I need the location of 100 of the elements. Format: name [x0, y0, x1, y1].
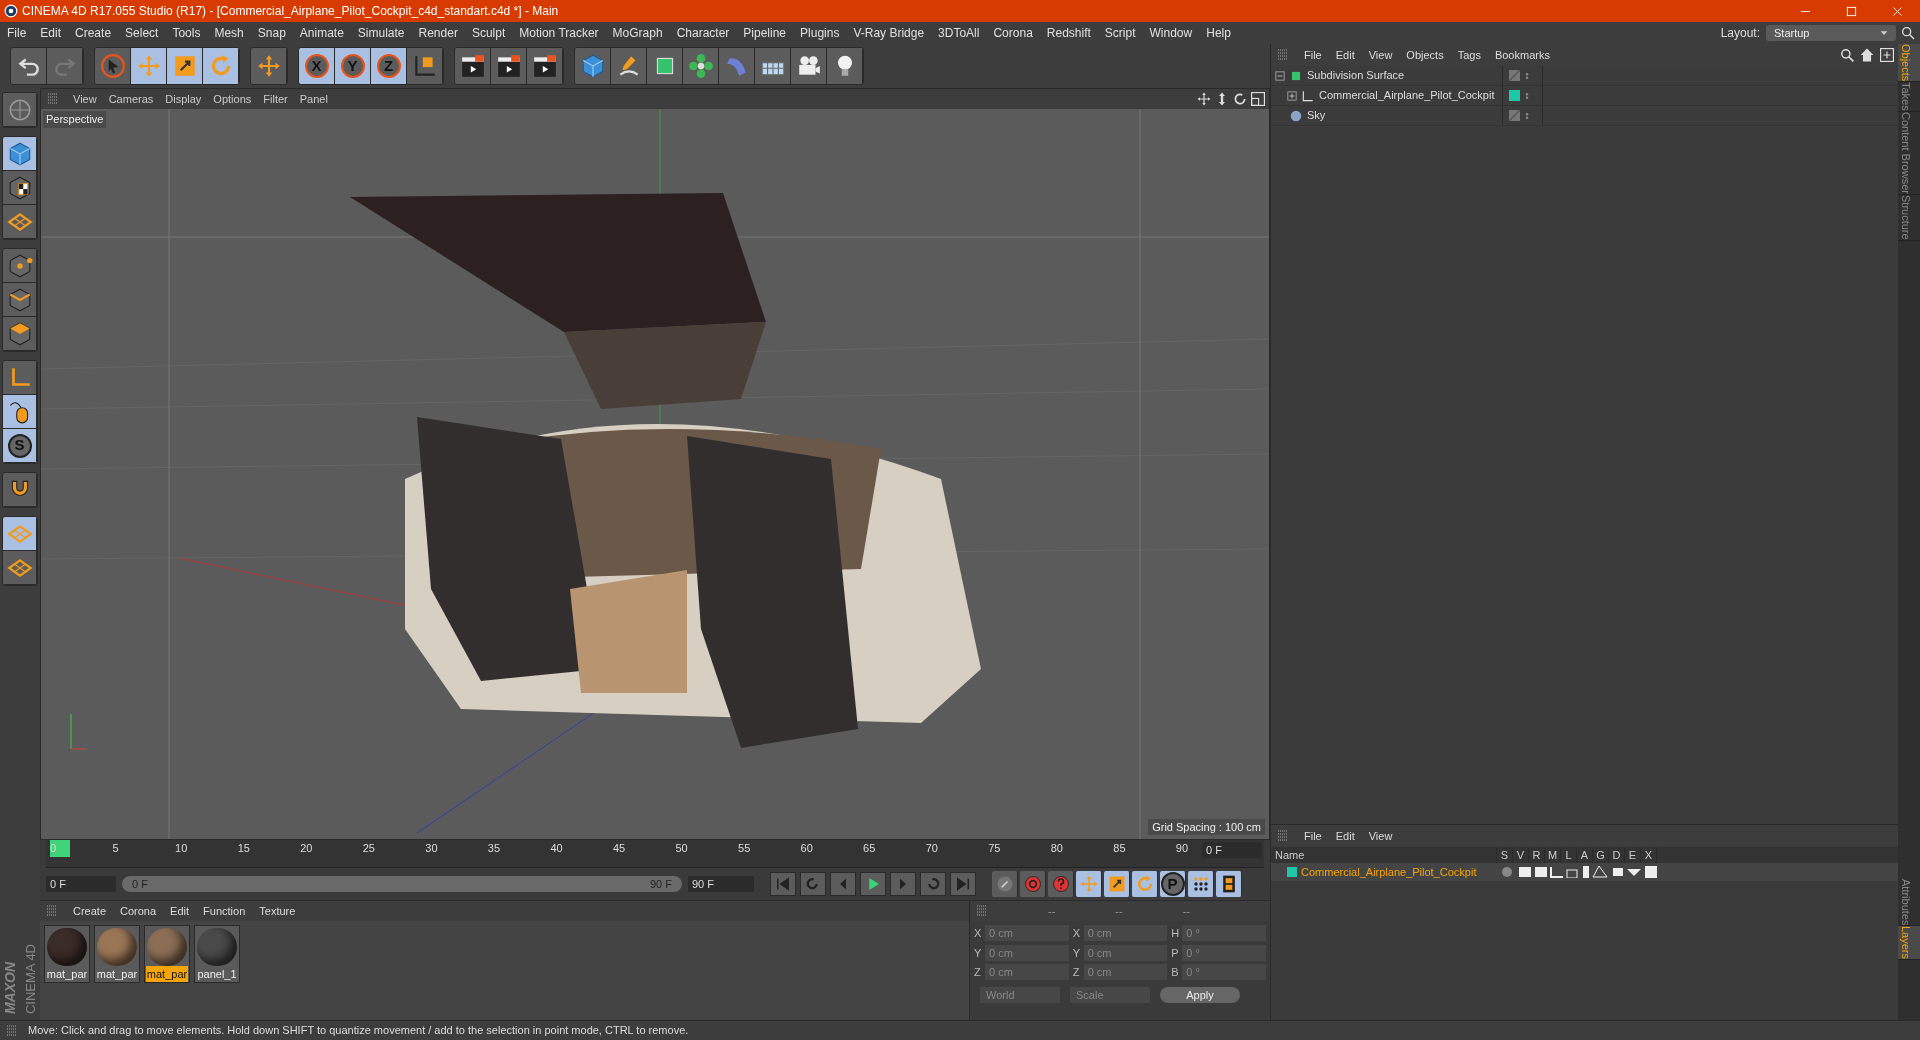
tool-button[interactable]	[3, 171, 37, 205]
tool-button[interactable]	[167, 48, 203, 84]
viewport-menu-item[interactable]: Panel	[293, 90, 334, 108]
layers-menu-item[interactable]: Edit	[1328, 827, 1362, 845]
menu-item[interactable]: Help	[1199, 24, 1238, 42]
tool-button[interactable]	[3, 473, 37, 507]
material-menu-item[interactable]: Create	[66, 902, 114, 920]
layers-menu-item[interactable]: File	[1297, 827, 1329, 845]
menu-item[interactable]: Sculpt	[464, 24, 513, 42]
tool-button[interactable]	[3, 137, 37, 171]
menu-item[interactable]: File	[0, 24, 34, 42]
start-frame-field[interactable]: 0 F	[46, 876, 116, 892]
current-frame-field[interactable]: 0 F	[1202, 842, 1262, 858]
tool-button[interactable]	[1188, 871, 1214, 897]
material-swatch[interactable]: panel_1	[194, 925, 240, 983]
tool-button[interactable]	[575, 48, 611, 84]
tool-button[interactable]	[3, 551, 37, 585]
tool-button[interactable]	[3, 361, 37, 395]
tool-button[interactable]	[791, 48, 827, 84]
viewport-menu-item[interactable]: Options	[207, 90, 258, 108]
objects-menu-item[interactable]: Objects	[1399, 46, 1451, 64]
objects-menu-item[interactable]: View	[1361, 46, 1400, 64]
side-tab[interactable]: Content Browser	[1898, 112, 1920, 195]
menu-item[interactable]: Select	[118, 24, 166, 42]
menu-item[interactable]: Render	[411, 24, 465, 42]
viewport-menu-item[interactable]: Display	[159, 90, 208, 108]
object-row[interactable]: Sky	[1271, 106, 1898, 126]
tool-button[interactable]	[3, 283, 37, 317]
viewport-menu-item[interactable]: Filter	[257, 90, 294, 108]
tool-button[interactable]	[827, 48, 863, 84]
objects-menu-item[interactable]: Edit	[1328, 46, 1362, 64]
menu-item[interactable]: 3DToAll	[931, 24, 987, 42]
tool-button[interactable]	[527, 48, 563, 84]
material-swatch[interactable]: mat_par	[44, 925, 90, 983]
tool-button[interactable]	[203, 48, 239, 84]
material-menu-item[interactable]: Texture	[252, 902, 303, 920]
object-row[interactable]: Commercial_Airplane_Pilot_Cockpit	[1271, 86, 1898, 106]
side-tab[interactable]: Layers	[1898, 925, 1920, 960]
menu-item[interactable]: V-Ray Bridge	[846, 24, 932, 42]
tool-button[interactable]	[407, 48, 443, 84]
tool-button[interactable]	[11, 48, 47, 84]
frame-tick-label: 90	[1175, 841, 1190, 856]
side-tab[interactable]: Structure	[1898, 195, 1920, 241]
material-swatch[interactable]: mat_par	[94, 925, 140, 983]
menu-item[interactable]: Simulate	[350, 24, 412, 42]
menu-item[interactable]: Script	[1097, 24, 1143, 42]
tool-button[interactable]	[131, 48, 167, 84]
material-swatch[interactable]: mat_par	[144, 925, 190, 983]
layout-dropdown[interactable]: Startup	[1766, 25, 1896, 41]
end-frame-field[interactable]: 90 F	[688, 876, 754, 892]
menu-item[interactable]: Snap	[250, 24, 293, 42]
tool-button[interactable]	[3, 317, 37, 351]
viewport-menu-item[interactable]: Cameras	[102, 90, 160, 108]
menu-item[interactable]: Pipeline	[736, 24, 794, 42]
menu-item[interactable]: Plugins	[793, 24, 847, 42]
menu-item[interactable]: Motion Tracker	[512, 24, 606, 42]
tool-button[interactable]	[3, 205, 37, 239]
object-row[interactable]: Subdivision Surface	[1271, 66, 1898, 86]
layer-row[interactable]: Commercial_Airplane_Pilot_Cockpit	[1271, 863, 1898, 881]
viewport-menu-item[interactable]: View	[67, 90, 103, 108]
tool-button[interactable]	[3, 395, 37, 429]
tool-button[interactable]	[491, 48, 527, 84]
menu-item[interactable]: Mesh	[207, 24, 251, 42]
menu-item[interactable]: MoGraph	[605, 24, 670, 42]
search-icon	[1900, 25, 1916, 41]
side-tab[interactable]: Objects	[1898, 44, 1920, 83]
menu-item[interactable]: Window	[1142, 24, 1200, 42]
menu-item[interactable]: Create	[68, 24, 119, 42]
menu-item[interactable]: Edit	[33, 24, 69, 42]
tool-button[interactable]	[3, 517, 37, 551]
menu-item[interactable]: Corona	[986, 24, 1040, 42]
menu-item[interactable]: Animate	[292, 24, 351, 42]
axis-label: H	[1171, 926, 1180, 941]
material-menu-item[interactable]: Function	[196, 902, 253, 920]
tool-button[interactable]	[611, 48, 647, 84]
tool-button[interactable]	[1216, 871, 1242, 897]
tool-button[interactable]	[683, 48, 719, 84]
side-tab[interactable]: Takes	[1898, 82, 1920, 113]
tool-button[interactable]	[647, 48, 683, 84]
material-menu-item[interactable]: Edit	[163, 902, 197, 920]
tool-button[interactable]	[1104, 871, 1130, 897]
objects-menu-item[interactable]: Tags	[1450, 46, 1488, 64]
tool-button[interactable]	[251, 48, 287, 84]
tool-button[interactable]	[1132, 871, 1158, 897]
tool-button[interactable]	[3, 249, 37, 283]
menu-item[interactable]: Redshift	[1039, 24, 1098, 42]
menu-item[interactable]: Tools	[165, 24, 208, 42]
menu-item[interactable]: Character	[669, 24, 737, 42]
playback-button[interactable]	[860, 872, 886, 896]
objects-menu-item[interactable]: File	[1297, 46, 1329, 64]
material-menu-item[interactable]: Corona	[113, 902, 164, 920]
tool-button[interactable]	[455, 48, 491, 84]
tool-button[interactable]	[1076, 871, 1102, 897]
objects-menu-item[interactable]: Bookmarks	[1487, 46, 1557, 64]
tool-button[interactable]	[755, 48, 791, 84]
tool-button[interactable]	[992, 871, 1018, 897]
null-object-icon	[1301, 88, 1315, 103]
side-tab[interactable]: Attributes	[1898, 878, 1920, 926]
layers-menu-item[interactable]: View	[1361, 827, 1400, 845]
timeline-ruler[interactable]: 0 5 10 15 20 25 30 35 40 45 50 55 60 65 70 75 80 85 90	[46, 840, 1200, 857]
